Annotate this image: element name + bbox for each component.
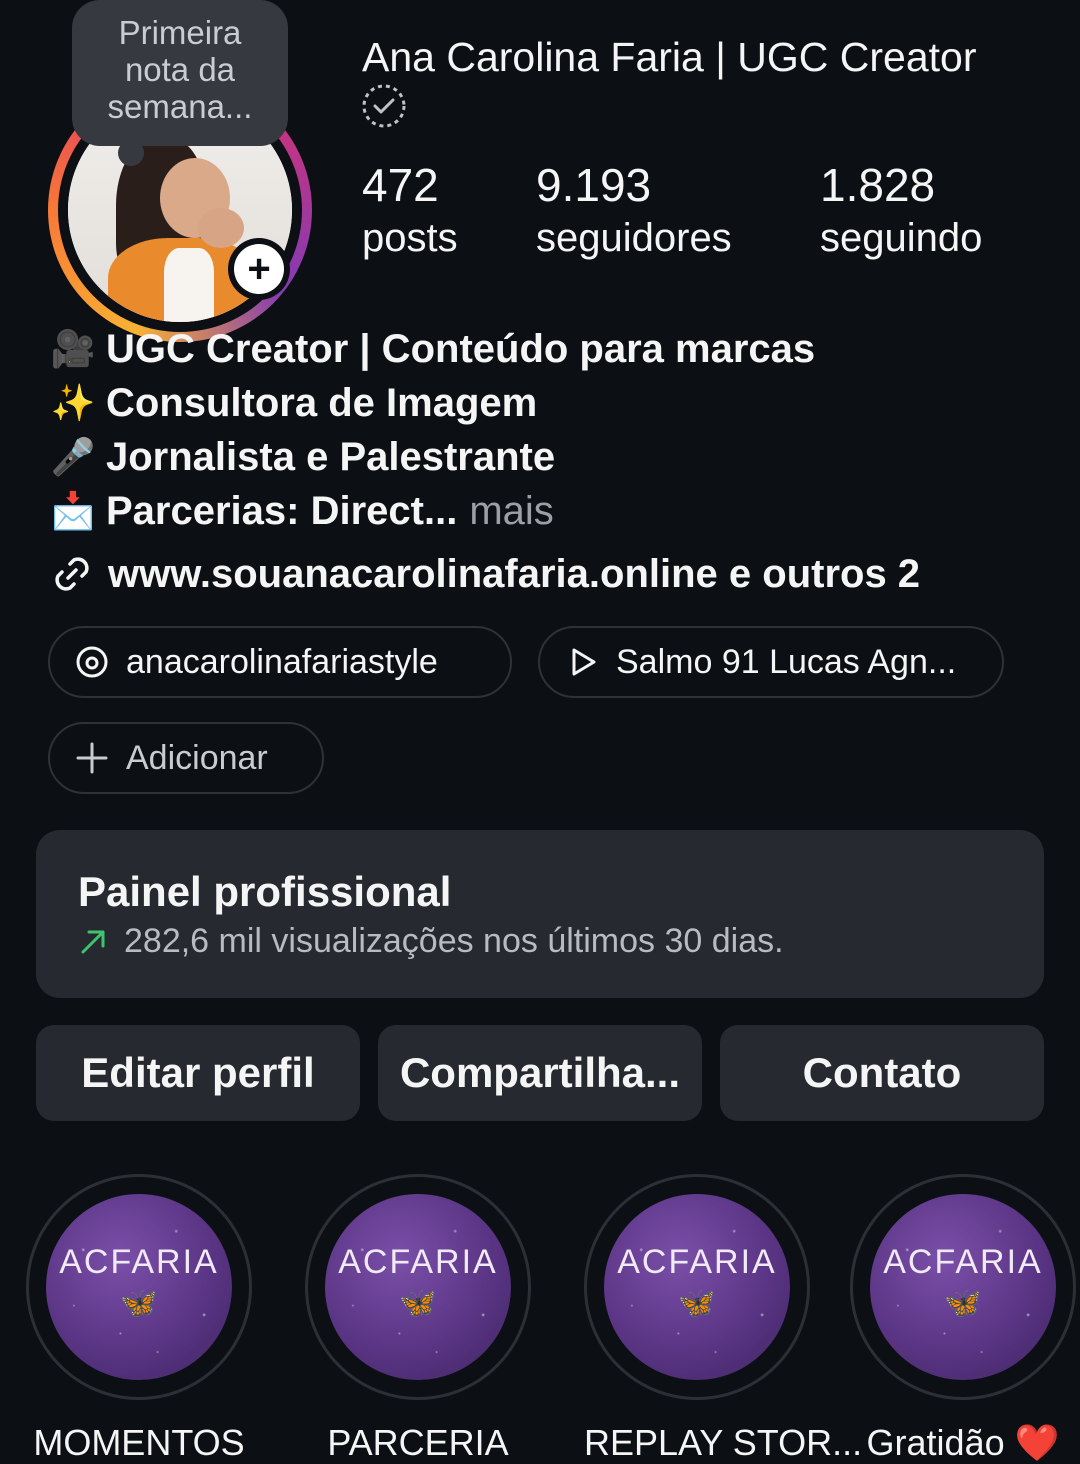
- butterfly-icon: 🦋: [120, 1287, 158, 1320]
- stat-following[interactable]: 1.828 seguindo: [820, 158, 982, 264]
- highlight-ring: ACFARIA 🦋: [26, 1174, 252, 1400]
- highlight-cover: ACFARIA 🦋: [870, 1194, 1056, 1380]
- butterfly-icon: 🦋: [944, 1287, 982, 1320]
- note-text-line: semana...: [107, 88, 253, 125]
- stat-value: 9.193: [536, 159, 652, 211]
- threads-icon: [76, 646, 108, 678]
- link-icon: [55, 557, 89, 591]
- highlight-brand: ACFARIA: [883, 1243, 1043, 1281]
- highlight-cover: ACFARIA 🦋: [604, 1194, 790, 1380]
- threads-pill[interactable]: anacarolinafariastyle: [48, 626, 512, 698]
- bio: 🎥 UGC Creator | Conteúdo para marcas ✨ C…: [48, 322, 816, 538]
- highlight-cover: ACFARIA 🦋: [325, 1194, 511, 1380]
- professional-dashboard[interactable]: Painel profissional 282,6 mil visualizaç…: [36, 830, 1044, 998]
- microphone-icon: 🎤: [50, 436, 96, 477]
- bio-text: Jornalista e Palestrante: [106, 435, 556, 479]
- threads-handle: anacarolinafariastyle: [126, 642, 438, 681]
- highlight-item[interactable]: ACFARIA 🦋 PARCERIA: [305, 1174, 531, 1464]
- stat-label: seguindo: [820, 216, 983, 260]
- dashboard-title: Painel profissional: [78, 868, 452, 915]
- highlight-ring: ACFARIA 🦋: [850, 1174, 1076, 1400]
- share-profile-button[interactable]: Compartilha...: [378, 1025, 702, 1121]
- verification-icon[interactable]: [360, 82, 408, 130]
- highlight-label: REPLAY STOR...: [584, 1422, 863, 1463]
- stat-value: 472: [362, 159, 439, 211]
- note-text-line: Primeira: [118, 14, 242, 51]
- music-pill[interactable]: Salmo 91 Lucas Agn...: [538, 626, 1004, 698]
- link-text: www.souanacarolinafaria.online e outros …: [108, 551, 921, 596]
- bio-line: 🎤 Jornalista e Palestrante: [48, 430, 815, 484]
- highlight-label: PARCERIA: [327, 1422, 509, 1463]
- stat-label: posts: [362, 216, 458, 260]
- envelope-icon: 📩: [50, 490, 96, 531]
- plus-icon: [76, 742, 108, 774]
- profile-page: + Primeira nota da semana... Ana Carolin…: [0, 0, 1080, 1464]
- sparkles-icon: ✨: [50, 382, 96, 423]
- bio-text: Consultora de Imagem: [106, 381, 538, 425]
- highlight-brand: ACFARIA: [59, 1243, 219, 1281]
- add-label: Adicionar: [126, 738, 268, 777]
- highlight-brand: ACFARIA: [617, 1243, 777, 1281]
- bio-line: 🎥 UGC Creator | Conteúdo para marcas: [48, 322, 816, 376]
- dashboard-subtitle: 282,6 mil visualizações nos últimos 30 d…: [78, 922, 784, 961]
- butterfly-icon: 🦋: [399, 1287, 437, 1320]
- highlight-item[interactable]: ACFARIA 🦋 REPLAY STOR...: [584, 1174, 863, 1464]
- stat-label: seguidores: [536, 216, 732, 260]
- trend-up-icon: [81, 930, 105, 953]
- note-bubble[interactable]: Primeira nota da semana...: [72, 0, 288, 146]
- dashboard-views: 282,6 mil visualizações nos últimos 30 d…: [124, 922, 784, 960]
- music-title: Salmo 91 Lucas Agn...: [616, 642, 957, 681]
- play-icon: [572, 648, 596, 676]
- stat-value: 1.828: [820, 159, 936, 211]
- highlight-item[interactable]: ACFARIA 🦋 Gratidão ❤️: [850, 1174, 1076, 1464]
- add-pill[interactable]: Adicionar: [48, 722, 324, 794]
- bio-line: 📩 Parcerias: Direct... mais: [48, 484, 815, 538]
- highlight-label: MOMENTOS: [33, 1422, 245, 1463]
- butterfly-icon: 🦋: [678, 1287, 716, 1320]
- bio-text: Parcerias: Direct...: [106, 489, 458, 533]
- note-text-line: nota da: [124, 51, 236, 88]
- highlight-ring: ACFARIA 🦋: [305, 1174, 531, 1400]
- contact-button[interactable]: Contato: [720, 1025, 1044, 1121]
- clapperboard-icon: 🎥: [50, 328, 96, 369]
- highlight-cover: ACFARIA 🦋: [46, 1194, 232, 1380]
- highlight-item[interactable]: ACFARIA 🦋 MOMENTOS: [26, 1174, 252, 1464]
- profile-name: Ana Carolina Faria | UGC Creator: [362, 34, 977, 80]
- edit-profile-button[interactable]: Editar perfil: [36, 1025, 360, 1121]
- plus-icon: +: [234, 244, 284, 294]
- bio-line: ✨ Consultora de Imagem: [48, 376, 815, 430]
- profile-link[interactable]: www.souanacarolinafaria.online e outros …: [48, 550, 920, 598]
- highlight-label: Gratidão ❤️: [866, 1422, 1060, 1463]
- add-story-button[interactable]: +: [228, 238, 290, 300]
- stat-followers[interactable]: 9.193 seguidores: [536, 158, 732, 264]
- stat-posts[interactable]: 472 posts: [362, 158, 458, 264]
- highlight-ring: ACFARIA 🦋: [584, 1174, 810, 1400]
- highlight-brand: ACFARIA: [338, 1243, 498, 1281]
- bio-text: UGC Creator | Conteúdo para marcas: [106, 327, 816, 371]
- bio-more-link[interactable]: mais: [469, 484, 553, 538]
